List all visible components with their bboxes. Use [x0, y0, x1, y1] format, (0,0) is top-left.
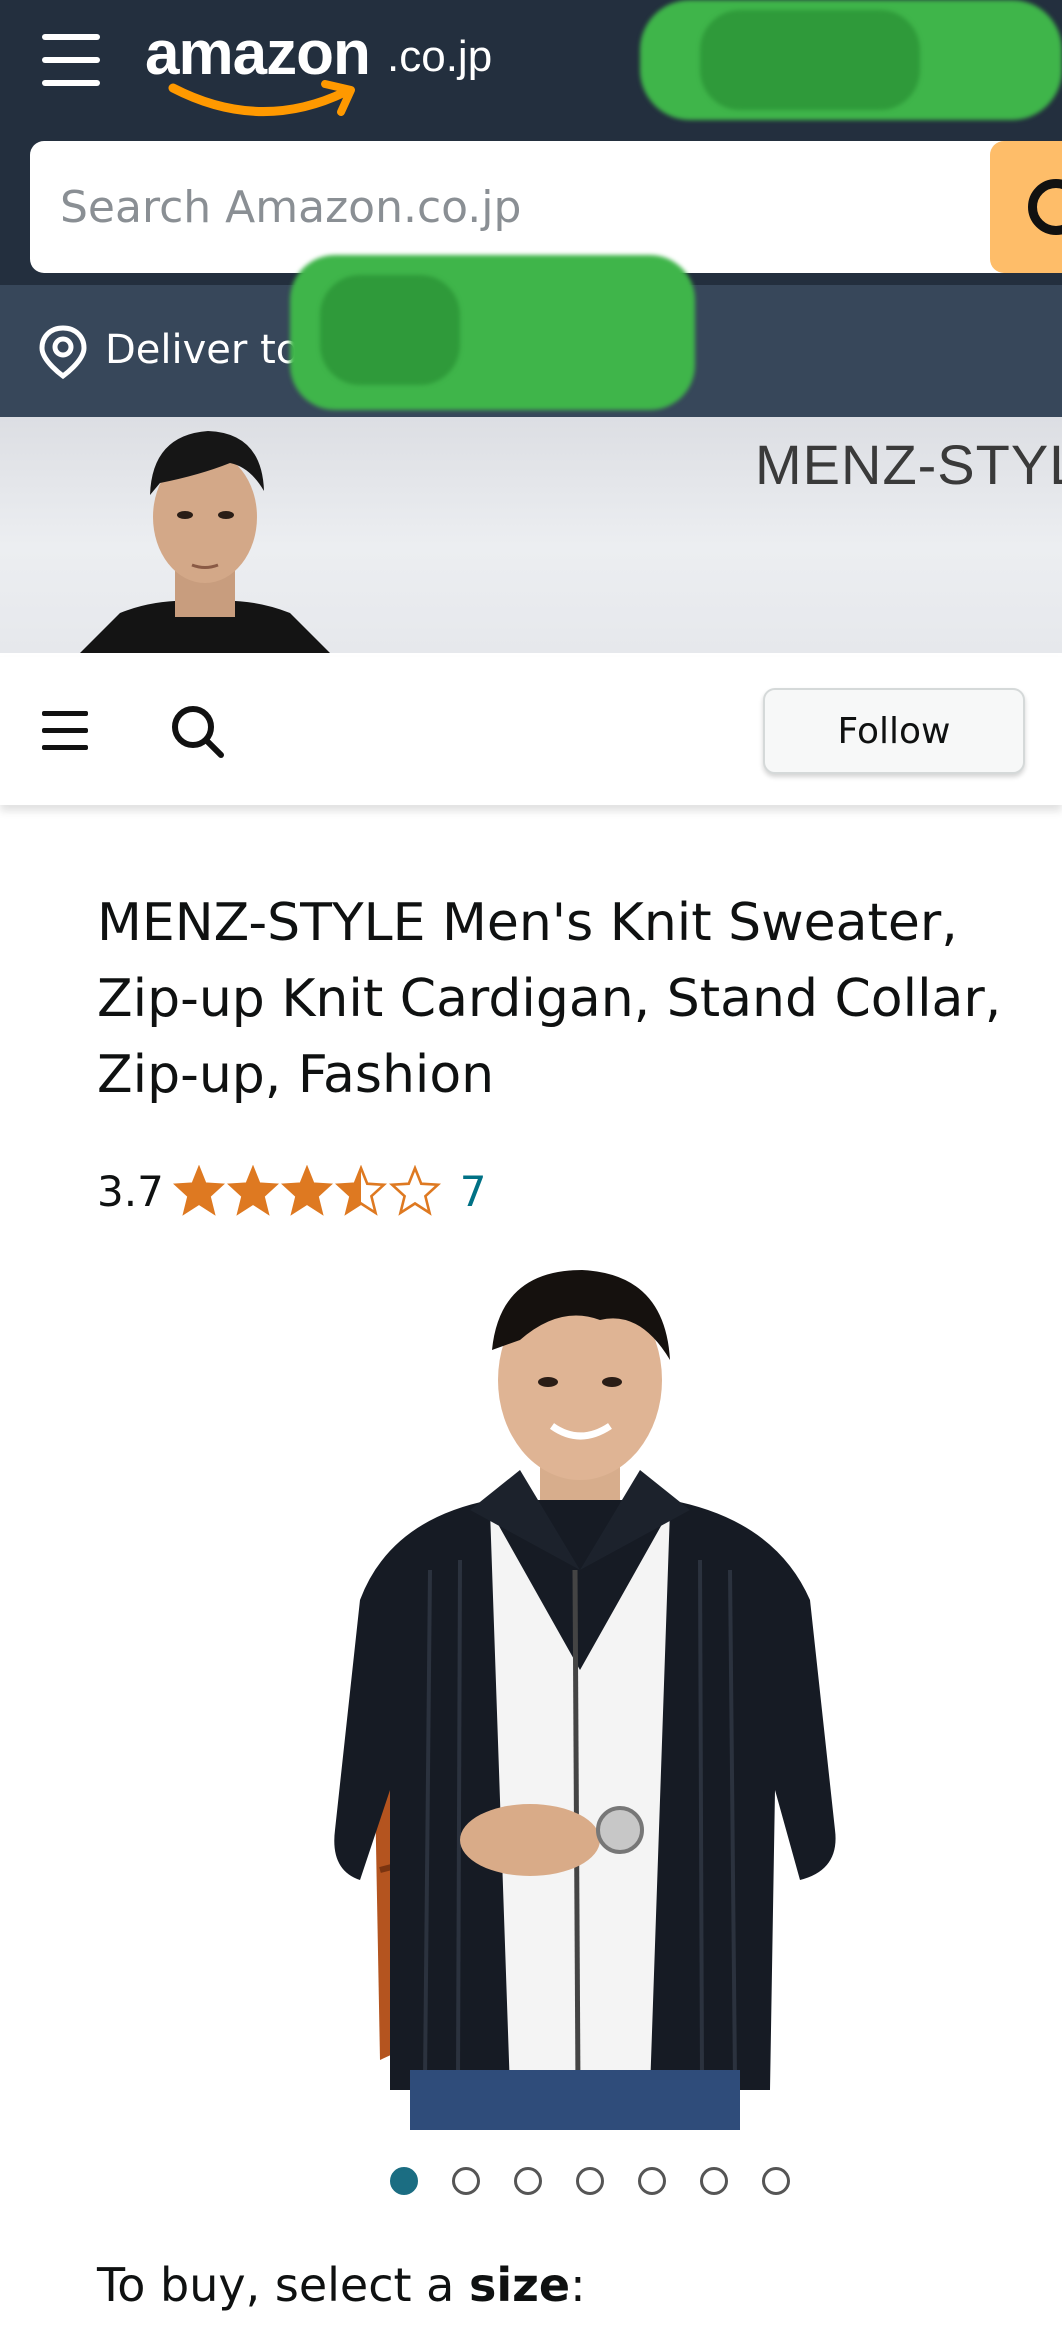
star-icon [172, 1165, 225, 1216]
product-image[interactable] [320, 1270, 840, 2130]
deliver-to-label: Deliver to [105, 327, 301, 373]
buy-prompt: To buy, select a size: [97, 2258, 586, 2312]
search-icon [1028, 179, 1062, 235]
model-portrait-image [80, 431, 330, 653]
star-icon [226, 1165, 279, 1216]
delivery-location-bar[interactable]: Deliver to [0, 255, 1062, 417]
location-pin-icon [39, 325, 87, 379]
search-button[interactable] [990, 141, 1062, 273]
product-rating[interactable]: 3.7 7 [97, 1163, 487, 1219]
redaction-mark [320, 275, 460, 385]
store-banner[interactable]: MENZ-STYL [0, 417, 1062, 653]
hamburger-menu-icon[interactable] [40, 30, 104, 90]
buy-prompt-suffix: : [570, 2258, 586, 2312]
rating-value: 3.7 [97, 1166, 164, 1216]
carousel-dot[interactable] [514, 2167, 542, 2195]
top-header: amazon .co.jp [0, 0, 1062, 141]
menu-icon[interactable] [42, 711, 90, 751]
star-icon [388, 1165, 441, 1216]
star-rating [172, 1165, 442, 1217]
amazon-logo[interactable]: amazon .co.jp [145, 18, 505, 118]
logo-suffix: .co.jp [387, 32, 493, 81]
carousel-dot[interactable] [576, 2167, 604, 2195]
carousel-dot[interactable] [638, 2167, 666, 2195]
carousel-dot[interactable] [390, 2167, 418, 2195]
smile-arrow-icon [168, 80, 355, 116]
star-icon [280, 1165, 333, 1216]
buy-prompt-prefix: To buy, select a [97, 2258, 469, 2312]
image-carousel-dots [390, 2167, 790, 2195]
redaction-mark [700, 10, 920, 110]
search-input[interactable] [30, 141, 1020, 273]
buy-prompt-emphasis: size [468, 2258, 571, 2312]
store-nav-bar: Follow [0, 657, 1062, 805]
star-icon [334, 1165, 387, 1216]
carousel-dot[interactable] [762, 2167, 790, 2195]
carousel-dot[interactable] [700, 2167, 728, 2195]
product-title: MENZ-STYLE Men's Knit Sweater, Zip-up Kn… [97, 893, 1002, 1105]
search-icon[interactable] [168, 702, 228, 762]
carousel-dot[interactable] [452, 2167, 480, 2195]
banner-brand-name: MENZ-STYL [755, 433, 1062, 496]
review-count-link[interactable]: 7 [460, 1167, 487, 1216]
follow-button[interactable]: Follow [763, 688, 1025, 774]
